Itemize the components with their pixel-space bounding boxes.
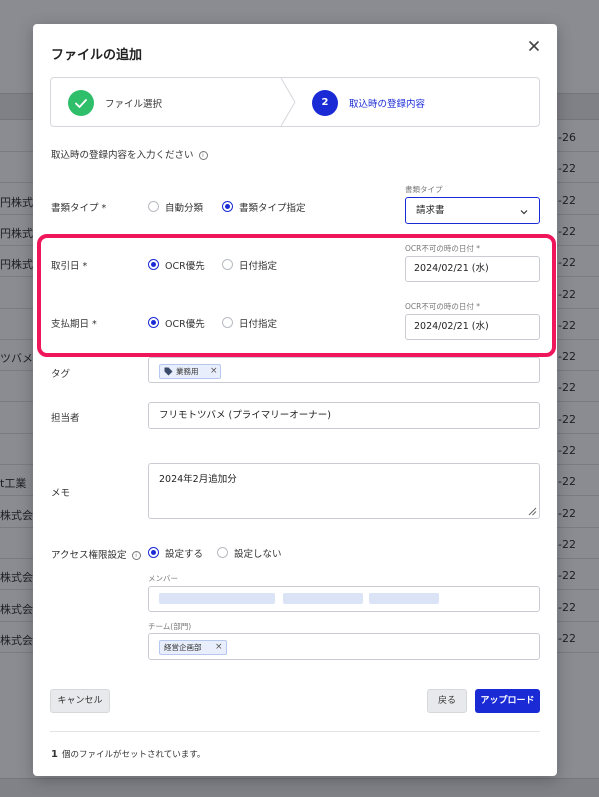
background-row-date-text: -22	[558, 318, 576, 332]
step-separator-chevron-icon	[280, 78, 296, 126]
background-row-left-text: 株式会	[0, 571, 33, 585]
team-input[interactable]: 経営企画部 ×	[148, 633, 540, 660]
tag-chip-remove-icon[interactable]: ×	[210, 365, 218, 378]
owner-label: 担当者	[51, 413, 80, 424]
doc-type-select[interactable]: 請求書	[405, 197, 540, 224]
upload-button[interactable]: アップロード	[475, 689, 540, 713]
team-chip-remove-icon[interactable]: ×	[215, 641, 223, 654]
payment-date-ocr-label[interactable]: OCR優先	[165, 316, 205, 330]
team-caption: チーム(部門)	[148, 622, 192, 631]
background-row-date-text: -22	[558, 381, 576, 395]
access-off-label[interactable]: 設定しない	[234, 546, 282, 560]
tag-label: タグ	[51, 369, 71, 380]
dialog-title: ファイルの追加	[51, 48, 143, 63]
member-chip-redacted	[159, 593, 275, 604]
access-label: アクセス権限設定 i	[51, 547, 141, 561]
close-icon[interactable]	[526, 38, 542, 54]
background-row-left-text: 株式会	[0, 508, 33, 522]
doc-type-specify-label[interactable]: 書類タイプ指定	[239, 200, 306, 214]
doc-type-label: 書類タイプ *	[51, 203, 107, 214]
background-row-date-text: -22	[558, 193, 576, 207]
access-on-label[interactable]: 設定する	[165, 546, 203, 560]
check-icon	[75, 99, 87, 108]
tag-icon	[164, 367, 173, 376]
access-info-icon[interactable]: i	[131, 551, 141, 560]
info-icon[interactable]: i	[198, 151, 208, 160]
tag-input[interactable]: 業務用 ×	[148, 357, 540, 383]
background-row-date-text: -22	[558, 224, 576, 238]
transaction-date-ocr-radio[interactable]	[148, 259, 159, 270]
background-row-left-text: 株式会	[0, 633, 33, 647]
file-count-footer: 1 個のファイルがセットされています。	[51, 748, 205, 760]
doc-type-select-caption: 書類タイプ	[405, 185, 443, 194]
transaction-date-label: 取引日 *	[51, 261, 88, 272]
payment-date-ocr-radio[interactable]	[148, 317, 159, 328]
access-label-text: アクセス権限設定	[51, 550, 127, 561]
background-footer-bar	[0, 778, 599, 797]
resize-handle-icon[interactable]	[527, 506, 537, 516]
doc-type-auto-radio[interactable]	[148, 201, 159, 212]
instruction-text: 取込時の登録内容を入力ください i	[51, 147, 208, 161]
team-chip-label: 経営企画部	[164, 643, 202, 652]
member-chip-redacted	[369, 593, 439, 604]
payment-date-specify-label[interactable]: 日付指定	[239, 316, 277, 330]
background-row-date-text: -22	[558, 600, 576, 614]
tag-chip: 業務用 ×	[159, 364, 221, 379]
background-row-left-text: ツバメ	[0, 352, 33, 366]
payment-date-specify-radio[interactable]	[222, 317, 233, 328]
transaction-date-caption: OCR不可の時の日付 *	[405, 244, 480, 253]
step-1-done-badge	[68, 90, 94, 116]
instruction-label: 取込時の登録内容を入力ください	[51, 150, 194, 161]
transaction-date-specify-label[interactable]: 日付指定	[239, 258, 277, 272]
background-row-date-text: -22	[558, 350, 576, 364]
members-caption: メンバー	[148, 574, 178, 583]
doc-type-select-value: 請求書	[416, 205, 445, 216]
step-2-label: 取込時の登録内容	[349, 99, 426, 110]
background-row-date-text: -22	[558, 475, 576, 489]
transaction-date-ocr-label[interactable]: OCR優先	[165, 258, 205, 272]
memo-textarea[interactable]: 2024年2月追加分	[148, 463, 540, 519]
file-count-text: 個のファイルがセットされています。	[61, 750, 206, 760]
cancel-button[interactable]: キャンセル	[50, 689, 110, 713]
background-row-date-text: -22	[558, 569, 576, 583]
doc-type-specify-radio[interactable]	[222, 201, 233, 212]
add-file-dialog: ファイルの追加 ファイル選択 2 取込時の登録内容 取込時の登録内容を入力くださ…	[33, 24, 557, 776]
memo-label: メモ	[51, 488, 71, 499]
team-chip: 経営企画部 ×	[159, 640, 227, 655]
members-input[interactable]	[148, 586, 540, 612]
access-off-radio[interactable]	[217, 547, 228, 558]
step-1-label: ファイル選択	[105, 99, 163, 110]
access-on-radio[interactable]	[148, 547, 159, 558]
background-row-date-text: -22	[558, 506, 576, 520]
background-row-date-text: -22	[558, 256, 576, 270]
payment-date-input[interactable]: 2024/02/21 (水)	[405, 314, 540, 340]
transaction-date-input[interactable]: 2024/02/21 (水)	[405, 256, 540, 282]
background-row-date-text: -22	[558, 287, 576, 301]
chevron-down-icon	[520, 210, 528, 215]
step-2-number-badge: 2	[312, 90, 338, 116]
payment-date-caption: OCR不可の時の日付 *	[405, 302, 480, 311]
background-row-date-text: -22	[558, 162, 576, 176]
owner-input[interactable]: フリモトツバメ (プライマリーオーナー)	[148, 402, 540, 429]
background-row-left-text: t工業	[0, 477, 27, 491]
payment-date-label: 支払期日 *	[51, 319, 97, 330]
background-row-date-text: -22	[558, 537, 576, 551]
memo-value: 2024年2月追加分	[159, 474, 237, 485]
doc-type-auto-label[interactable]: 自動分類	[165, 200, 203, 214]
stepper: ファイル選択 2 取込時の登録内容	[50, 77, 540, 127]
tag-chip-label: 業務用	[176, 367, 199, 376]
footer-divider	[50, 731, 540, 732]
file-count: 1	[51, 749, 58, 760]
member-chip-redacted	[283, 593, 363, 604]
back-button[interactable]: 戻る	[427, 689, 467, 713]
background-row-date-text: -22	[558, 444, 576, 457]
background-row-date-text: -26	[558, 131, 576, 144]
transaction-date-specify-radio[interactable]	[222, 259, 233, 270]
background-row-left-text: 株式会	[0, 602, 33, 616]
background-row-date-text: -22	[558, 631, 576, 645]
background-row-date-text: -22	[558, 412, 576, 426]
